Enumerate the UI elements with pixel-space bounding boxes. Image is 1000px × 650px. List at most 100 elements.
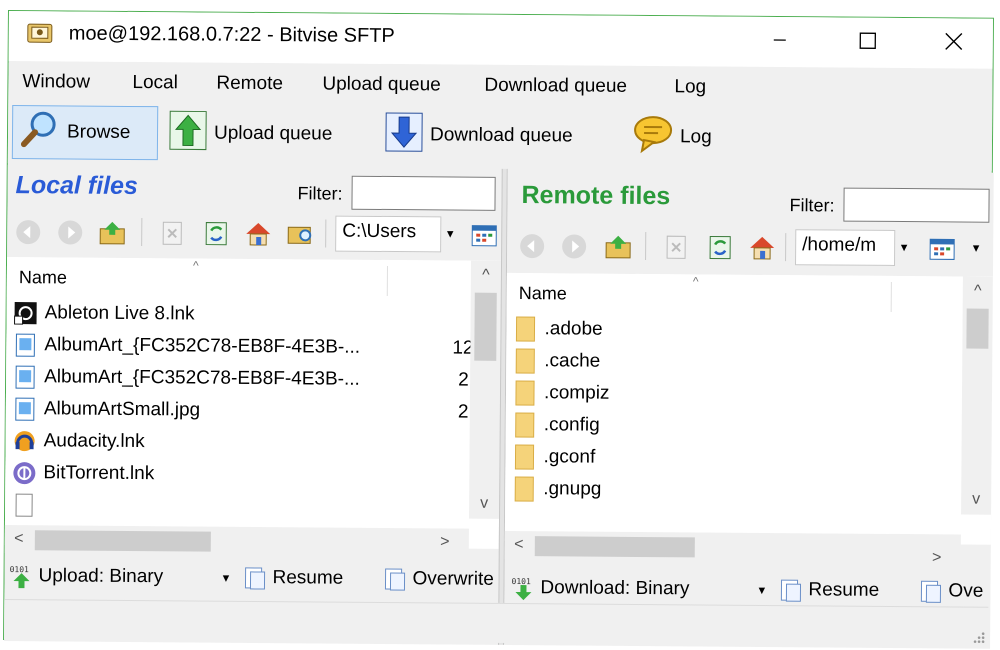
close-button[interactable] xyxy=(931,18,977,64)
menu-download-queue[interactable]: Download queue xyxy=(484,75,627,98)
remote-filter-input[interactable] xyxy=(843,188,989,223)
upload-mode-selector[interactable]: 0101 Upload: Binary xyxy=(8,563,163,590)
remote-file-list: Name ^ .adobe .cache .compiz xyxy=(505,273,993,545)
scroll-right-icon[interactable]: > xyxy=(431,528,459,556)
title-bar: moe@192.168.0.7:22 - Bitvise SFTP xyxy=(9,11,993,69)
upload-queue-button[interactable]: Upload queue xyxy=(162,106,362,162)
list-item[interactable]: .compiz xyxy=(506,377,992,413)
download-binary-icon: 0101 xyxy=(510,575,536,601)
chevron-down-icon[interactable]: ▼ xyxy=(439,216,461,252)
remote-vertical-scrollbar[interactable]: ^ v xyxy=(961,277,993,515)
local-vertical-scrollbar[interactable]: ^ v xyxy=(469,261,501,519)
scroll-thumb[interactable] xyxy=(35,530,211,551)
local-horizontal-scrollbar[interactable]: < > xyxy=(5,525,469,557)
local-file-list: Name ^ Ableton Live 8.lnk AlbumArt_{FC35… xyxy=(5,257,501,549)
chevron-down-icon[interactable]: ▼ xyxy=(220,573,231,585)
list-item[interactable]: .adobe xyxy=(506,313,992,349)
list-item[interactable]: .gconf xyxy=(505,441,991,477)
toolbar-separator xyxy=(785,233,786,261)
list-item[interactable]: .cache xyxy=(506,345,992,381)
scroll-up-icon[interactable]: ^ xyxy=(471,261,501,291)
view-mode-icon[interactable] xyxy=(469,221,499,251)
folder-up-icon[interactable] xyxy=(603,232,633,262)
browse-button[interactable]: Browse xyxy=(12,105,158,160)
delete-icon[interactable] xyxy=(661,232,691,262)
menu-remote[interactable]: Remote xyxy=(216,73,283,96)
menu-upload-queue[interactable]: Upload queue xyxy=(322,73,440,96)
overwrite-label: Overwrite xyxy=(412,568,493,591)
scroll-left-icon[interactable]: < xyxy=(505,531,533,559)
scroll-thumb[interactable] xyxy=(535,536,695,557)
menu-window[interactable]: Window xyxy=(22,71,90,94)
folder-icon xyxy=(512,380,538,406)
remote-horizontal-scrollbar[interactable]: < > xyxy=(505,531,961,563)
home-icon[interactable] xyxy=(747,233,777,263)
local-filter-input[interactable] xyxy=(351,176,495,211)
list-item[interactable]: BitTorrent.lnk xyxy=(5,457,499,493)
overwrite-button[interactable]: Overwrite xyxy=(382,566,493,593)
sftp-window: moe@192.168.0.7:22 - Bitvise SFTP Window… xyxy=(3,10,994,648)
scroll-thumb[interactable] xyxy=(966,309,988,349)
scroll-down-icon[interactable]: v xyxy=(469,489,499,519)
file-name: Ableton Live 8.lnk xyxy=(45,302,195,325)
folder-icon xyxy=(512,412,538,438)
list-item[interactable]: .gnupg xyxy=(505,473,991,509)
list-item[interactable]: Audacity.lnk xyxy=(5,425,499,461)
resume-button[interactable]: Resume xyxy=(242,565,343,592)
forward-icon[interactable] xyxy=(55,217,85,247)
list-item[interactable]: .config xyxy=(506,409,992,445)
scroll-up-icon[interactable]: ^ xyxy=(963,277,993,307)
remote-files-title: Remote files xyxy=(521,181,670,211)
chevron-down-icon[interactable]: ▼ xyxy=(965,231,987,267)
remote-path-field[interactable]: /home/m xyxy=(795,229,895,266)
column-name-header[interactable]: Name xyxy=(519,283,567,304)
column-name-header[interactable]: Name xyxy=(19,267,67,288)
chevron-down-icon[interactable]: ▼ xyxy=(756,585,767,597)
list-item[interactable]: AlbumArt_{FC352C78-EB8F-4E3B-... 2 xyxy=(6,361,500,397)
list-item[interactable]: AlbumArtSmall.jpg 2 xyxy=(6,393,500,429)
open-folder-icon[interactable] xyxy=(285,219,315,249)
menu-log[interactable]: Log xyxy=(674,76,706,98)
refresh-icon[interactable] xyxy=(201,219,231,249)
list-item[interactable] xyxy=(5,489,499,525)
folder-up-icon[interactable] xyxy=(97,218,127,248)
list-item[interactable]: AlbumArt_{FC352C78-EB8F-4E3B-... 12 xyxy=(6,329,500,365)
download-queue-label: Download queue xyxy=(430,124,573,147)
column-divider xyxy=(387,266,388,296)
download-queue-button[interactable]: Download queue xyxy=(378,108,604,164)
scroll-thumb[interactable] xyxy=(474,293,497,361)
local-path-field[interactable]: C:\Users xyxy=(335,216,441,253)
file-icon xyxy=(11,492,37,518)
image-file-icon xyxy=(12,396,38,422)
remote-column-header: Name ^ xyxy=(507,273,993,317)
overwrite-icon xyxy=(382,566,408,592)
speech-bubble-icon xyxy=(632,113,674,161)
local-filter-label: Filter: xyxy=(297,183,342,204)
delete-icon[interactable] xyxy=(157,218,187,248)
log-button[interactable]: Log xyxy=(626,110,746,165)
folder-name: .gconf xyxy=(543,446,595,468)
file-name: Audacity.lnk xyxy=(44,430,145,453)
download-mode-selector[interactable]: 0101 Download: Binary xyxy=(510,575,689,602)
scroll-left-icon[interactable]: < xyxy=(5,525,33,553)
back-icon[interactable] xyxy=(517,231,547,261)
back-icon[interactable] xyxy=(13,217,43,247)
maximize-button[interactable] xyxy=(845,18,891,64)
sort-ascending-icon: ^ xyxy=(693,274,699,288)
scroll-down-icon[interactable]: v xyxy=(961,485,991,515)
list-item[interactable]: Ableton Live 8.lnk xyxy=(6,297,500,333)
resume-label: Resume xyxy=(808,579,879,602)
forward-icon[interactable] xyxy=(559,231,589,261)
overwrite-button[interactable]: Ove xyxy=(918,578,983,605)
resume-button[interactable]: Resume xyxy=(778,577,879,604)
view-mode-icon[interactable] xyxy=(927,234,957,264)
menu-local[interactable]: Local xyxy=(132,72,178,94)
local-pane: Local files Filter: xyxy=(4,165,502,645)
chevron-down-icon[interactable]: ▼ xyxy=(893,230,915,266)
home-icon[interactable] xyxy=(243,219,273,249)
toolbar-separator xyxy=(141,218,142,246)
resize-grip-icon[interactable] xyxy=(970,629,986,645)
refresh-icon[interactable] xyxy=(705,232,735,262)
minimize-button[interactable] xyxy=(757,17,803,63)
sort-ascending-icon: ^ xyxy=(193,258,199,272)
